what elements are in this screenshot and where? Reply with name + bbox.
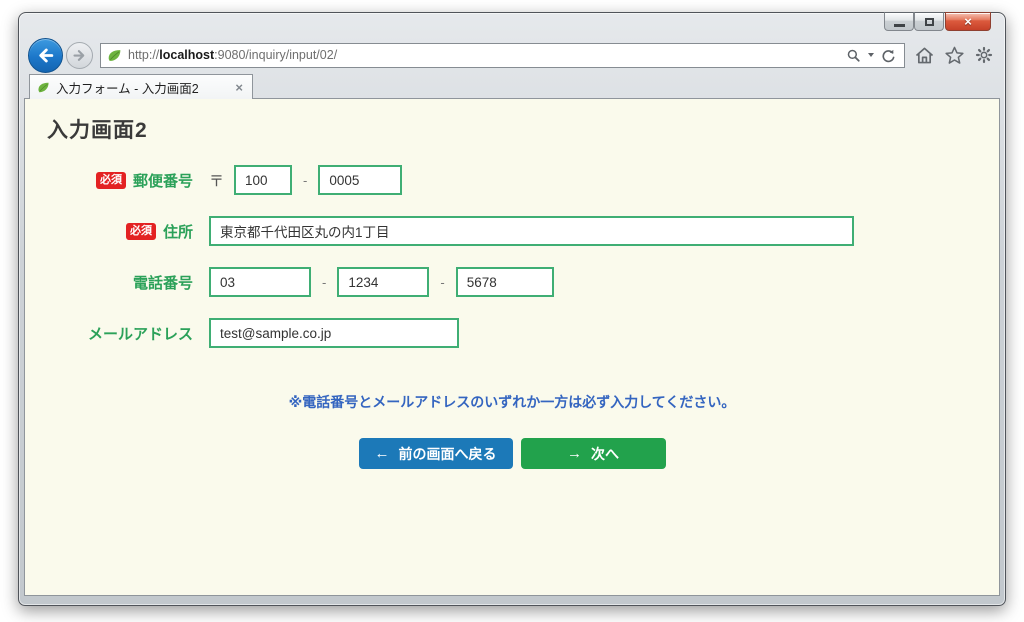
back-button[interactable] [28, 37, 63, 73]
page-content: 入力画面2 必須 郵便番号 〒 - 必須 住所 [24, 98, 1000, 596]
restore-icon [924, 17, 934, 26]
tab-close-icon[interactable]: × [233, 80, 245, 95]
spring-leaf-favicon [108, 49, 121, 61]
forward-arrow-icon [73, 49, 85, 61]
form-row-email: メールアドレス [25, 318, 999, 348]
search-dropdown-icon[interactable] [868, 53, 874, 57]
address-bar[interactable]: http://localhost:9080/inquiry/input/02/ [100, 42, 905, 68]
search-icon [847, 49, 860, 62]
navigation-bar: http://localhost:9080/inquiry/input/02/ [19, 37, 1005, 73]
url-text: http://localhost:9080/inquiry/input/02/ [128, 48, 337, 62]
spring-leaf-tab-icon [38, 82, 49, 92]
right-arrow-icon: → [567, 445, 582, 462]
previous-screen-button[interactable]: ← 前の画面へ戻る [358, 438, 513, 469]
tab-input-form[interactable]: 入力フォーム - 入力画面2 × [29, 74, 253, 99]
address-bar-tools [846, 48, 898, 63]
phone-input-2[interactable] [337, 267, 430, 297]
next-button-label: 次へ [591, 445, 619, 462]
email-input[interactable] [209, 318, 459, 348]
left-arrow-icon: ← [374, 445, 390, 462]
phone-label: 電話番号 [132, 274, 193, 292]
gear-icon [975, 46, 993, 64]
forward-button[interactable] [66, 41, 93, 69]
form-row-postal-code: 必須 郵便番号 〒 - [25, 165, 999, 195]
browser-toolbar-icons [915, 46, 993, 64]
page-title: 入力画面2 [47, 119, 148, 142]
address-input[interactable] [209, 216, 854, 246]
form-row-phone: 電話番号 - - [25, 267, 999, 297]
search-button[interactable] [846, 48, 861, 63]
required-badge: 必須 [125, 222, 156, 240]
tab-bar: 入力フォーム - 入力画面2 × [19, 73, 1005, 99]
favorites-button[interactable] [945, 46, 964, 64]
phone-input-3[interactable] [455, 267, 554, 297]
refresh-icon [882, 49, 895, 62]
refresh-button[interactable] [881, 48, 896, 63]
window-controls: × [884, 12, 991, 31]
postal-code-label: 郵便番号 [132, 172, 193, 190]
close-button[interactable]: × [945, 12, 991, 31]
postal-code-input-2[interactable] [318, 165, 403, 195]
title-bar[interactable]: × [19, 12, 1005, 39]
restore-button[interactable] [914, 12, 944, 31]
email-label: メールアドレス [87, 325, 193, 343]
validation-note: ※電話番号とメールアドレスのいずれか一方は必ず入力してください。 [288, 394, 736, 410]
required-badge: 必須 [95, 171, 126, 189]
form-row-address: 必須 住所 [25, 216, 999, 246]
tools-button[interactable] [975, 46, 993, 64]
back-arrow-icon [39, 48, 54, 62]
close-icon: × [964, 14, 972, 29]
postal-mark-symbol: 〒 [209, 172, 225, 190]
minimize-icon [893, 24, 905, 27]
button-row: ← 前の画面へ戻る → 次へ [25, 438, 999, 469]
postal-code-input-1[interactable] [234, 165, 293, 195]
url-host: localhost [159, 48, 215, 62]
url-path: :9080/inquiry/input/02/ [214, 48, 338, 62]
phone-input-1[interactable] [209, 267, 311, 297]
address-label: 住所 [162, 223, 193, 241]
tab-title: 入力フォーム - 入力画面2 [56, 81, 199, 96]
previous-screen-button-label: 前の画面へ戻る [398, 445, 497, 462]
separator: - [322, 274, 327, 290]
next-button[interactable]: → 次へ [520, 438, 666, 469]
separator: - [440, 274, 445, 290]
url-scheme: http:// [128, 48, 160, 62]
star-icon [945, 46, 964, 64]
browser-window: × http://localhost:9080/inquiry/input/02… [18, 12, 1006, 606]
home-icon [915, 47, 934, 63]
separator: - [303, 172, 308, 188]
minimize-button[interactable] [884, 12, 914, 31]
home-button[interactable] [915, 47, 934, 64]
input-form: 必須 郵便番号 〒 - 必須 住所 [25, 165, 999, 348]
